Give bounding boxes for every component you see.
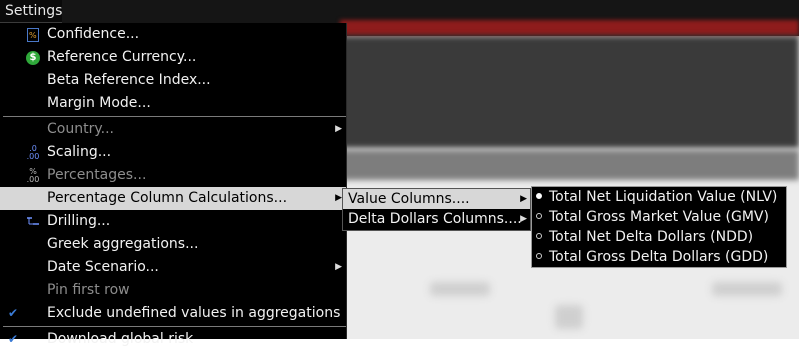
checkmark-icon: ✔: [8, 332, 19, 346]
value-columns-submenu: Total Net Liquidation Value (NLV) Total …: [531, 186, 787, 268]
menu-item-label: Date Scenario...: [47, 259, 159, 275]
radio-option-nlv[interactable]: Total Net Liquidation Value (NLV): [532, 187, 786, 207]
menu-item-label: Download global risk: [47, 331, 194, 347]
menu-item-beta-reference-index[interactable]: Beta Reference Index...: [0, 69, 346, 92]
menu-item-label: Margin Mode...: [47, 95, 151, 111]
menu-item-reference-currency[interactable]: $ Reference Currency...: [0, 46, 346, 69]
background-strip: [340, 150, 799, 180]
menu-item-confidence[interactable]: % Confidence...: [0, 23, 346, 46]
settings-menu-title[interactable]: Settings: [0, 0, 62, 23]
drilling-icon: [24, 210, 42, 233]
menu-item-value-columns[interactable]: Value Columns.... ▶: [343, 189, 530, 209]
menu-item-percentages[interactable]: % .00 Percentages...: [0, 164, 346, 187]
radio-option-gmv[interactable]: Total Gross Market Value (GMV): [532, 207, 786, 227]
dollar-icon: $: [26, 50, 40, 65]
menu-item-label: Scaling...: [47, 144, 112, 160]
menu-separator: [3, 326, 346, 327]
menu-item-label: Percentage Column Calculations...: [47, 190, 288, 206]
scaling-icon: .0 .00: [26, 143, 40, 161]
svg-text:%: %: [29, 31, 37, 40]
menu-item-margin-mode[interactable]: Margin Mode...: [0, 92, 346, 115]
menu-item-exclude-undefined-values[interactable]: ✔ Exclude undefined values in aggregatio…: [0, 302, 346, 325]
background-header-red: [340, 20, 799, 36]
menu-item-country[interactable]: Country... ▶: [0, 118, 346, 141]
menu-item-pin-first-row[interactable]: Pin first row: [0, 279, 346, 302]
menu-item-label: Reference Currency...: [47, 49, 197, 65]
menu-item-label: Confidence...: [47, 26, 140, 42]
radio-selected-icon: [536, 193, 542, 199]
submenu-arrow-icon: ▶: [335, 124, 342, 134]
radio-option-ndd[interactable]: Total Net Delta Dollars (NDD): [532, 227, 786, 247]
confidence-icon: %: [24, 23, 42, 46]
radio-unselected-icon: [536, 233, 542, 239]
menu-item-date-scenario[interactable]: Date Scenario... ▶: [0, 256, 346, 279]
radio-unselected-icon: [536, 213, 542, 219]
menu-item-delta-dollars-columns[interactable]: Delta Dollars Columns.... ▶: [343, 209, 530, 229]
submenu-arrow-icon: ▶: [520, 194, 527, 204]
menu-item-label: Pin first row: [47, 282, 130, 298]
background-panel: [340, 36, 799, 148]
menu-item-download-global-risk[interactable]: ✔ Download global risk: [0, 328, 346, 351]
currency-icon: $: [24, 46, 42, 69]
radio-option-label: Total Gross Delta Dollars (GDD): [549, 249, 769, 265]
menu-item-label: Delta Dollars Columns....: [348, 211, 522, 227]
percentage-columns-submenu: Value Columns.... ▶ Delta Dollars Column…: [342, 188, 531, 231]
percentages-icon: % .00: [26, 166, 40, 184]
menu-separator: [3, 116, 346, 117]
background-blur-text: [555, 305, 583, 329]
background-blur-text: [430, 282, 490, 296]
menu-item-label: Beta Reference Index...: [47, 72, 211, 88]
submenu-arrow-icon: ▶: [335, 193, 342, 203]
settings-dropdown: % Confidence... $ Reference Currency... …: [0, 23, 347, 347]
menu-item-label: Greek aggregations...: [47, 236, 199, 252]
checkmark-icon: ✔: [8, 306, 19, 320]
menu-item-label: Value Columns....: [348, 191, 470, 207]
menu-item-label: Country...: [47, 121, 114, 137]
menu-item-scaling[interactable]: .0 .00 Scaling...: [0, 141, 346, 164]
radio-option-gdd[interactable]: Total Gross Delta Dollars (GDD): [532, 247, 786, 267]
menu-item-percentage-column-calculations[interactable]: Percentage Column Calculations... ▶: [0, 187, 346, 210]
radio-option-label: Total Gross Market Value (GMV): [549, 209, 769, 225]
background-blur-text: [712, 282, 782, 296]
radio-option-label: Total Net Delta Dollars (NDD): [549, 229, 754, 245]
menu-item-drilling[interactable]: Drilling...: [0, 210, 346, 233]
radio-unselected-icon: [536, 253, 542, 259]
menu-item-label: Exclude undefined values in aggregations: [47, 305, 341, 321]
menu-item-label: Drilling...: [47, 213, 111, 229]
radio-option-label: Total Net Liquidation Value (NLV): [549, 189, 778, 205]
menu-item-greek-aggregations[interactable]: Greek aggregations...: [0, 233, 346, 256]
menu-item-label: Percentages...: [47, 167, 147, 183]
submenu-arrow-icon: ▶: [335, 262, 342, 272]
submenu-arrow-icon: ▶: [520, 214, 527, 224]
